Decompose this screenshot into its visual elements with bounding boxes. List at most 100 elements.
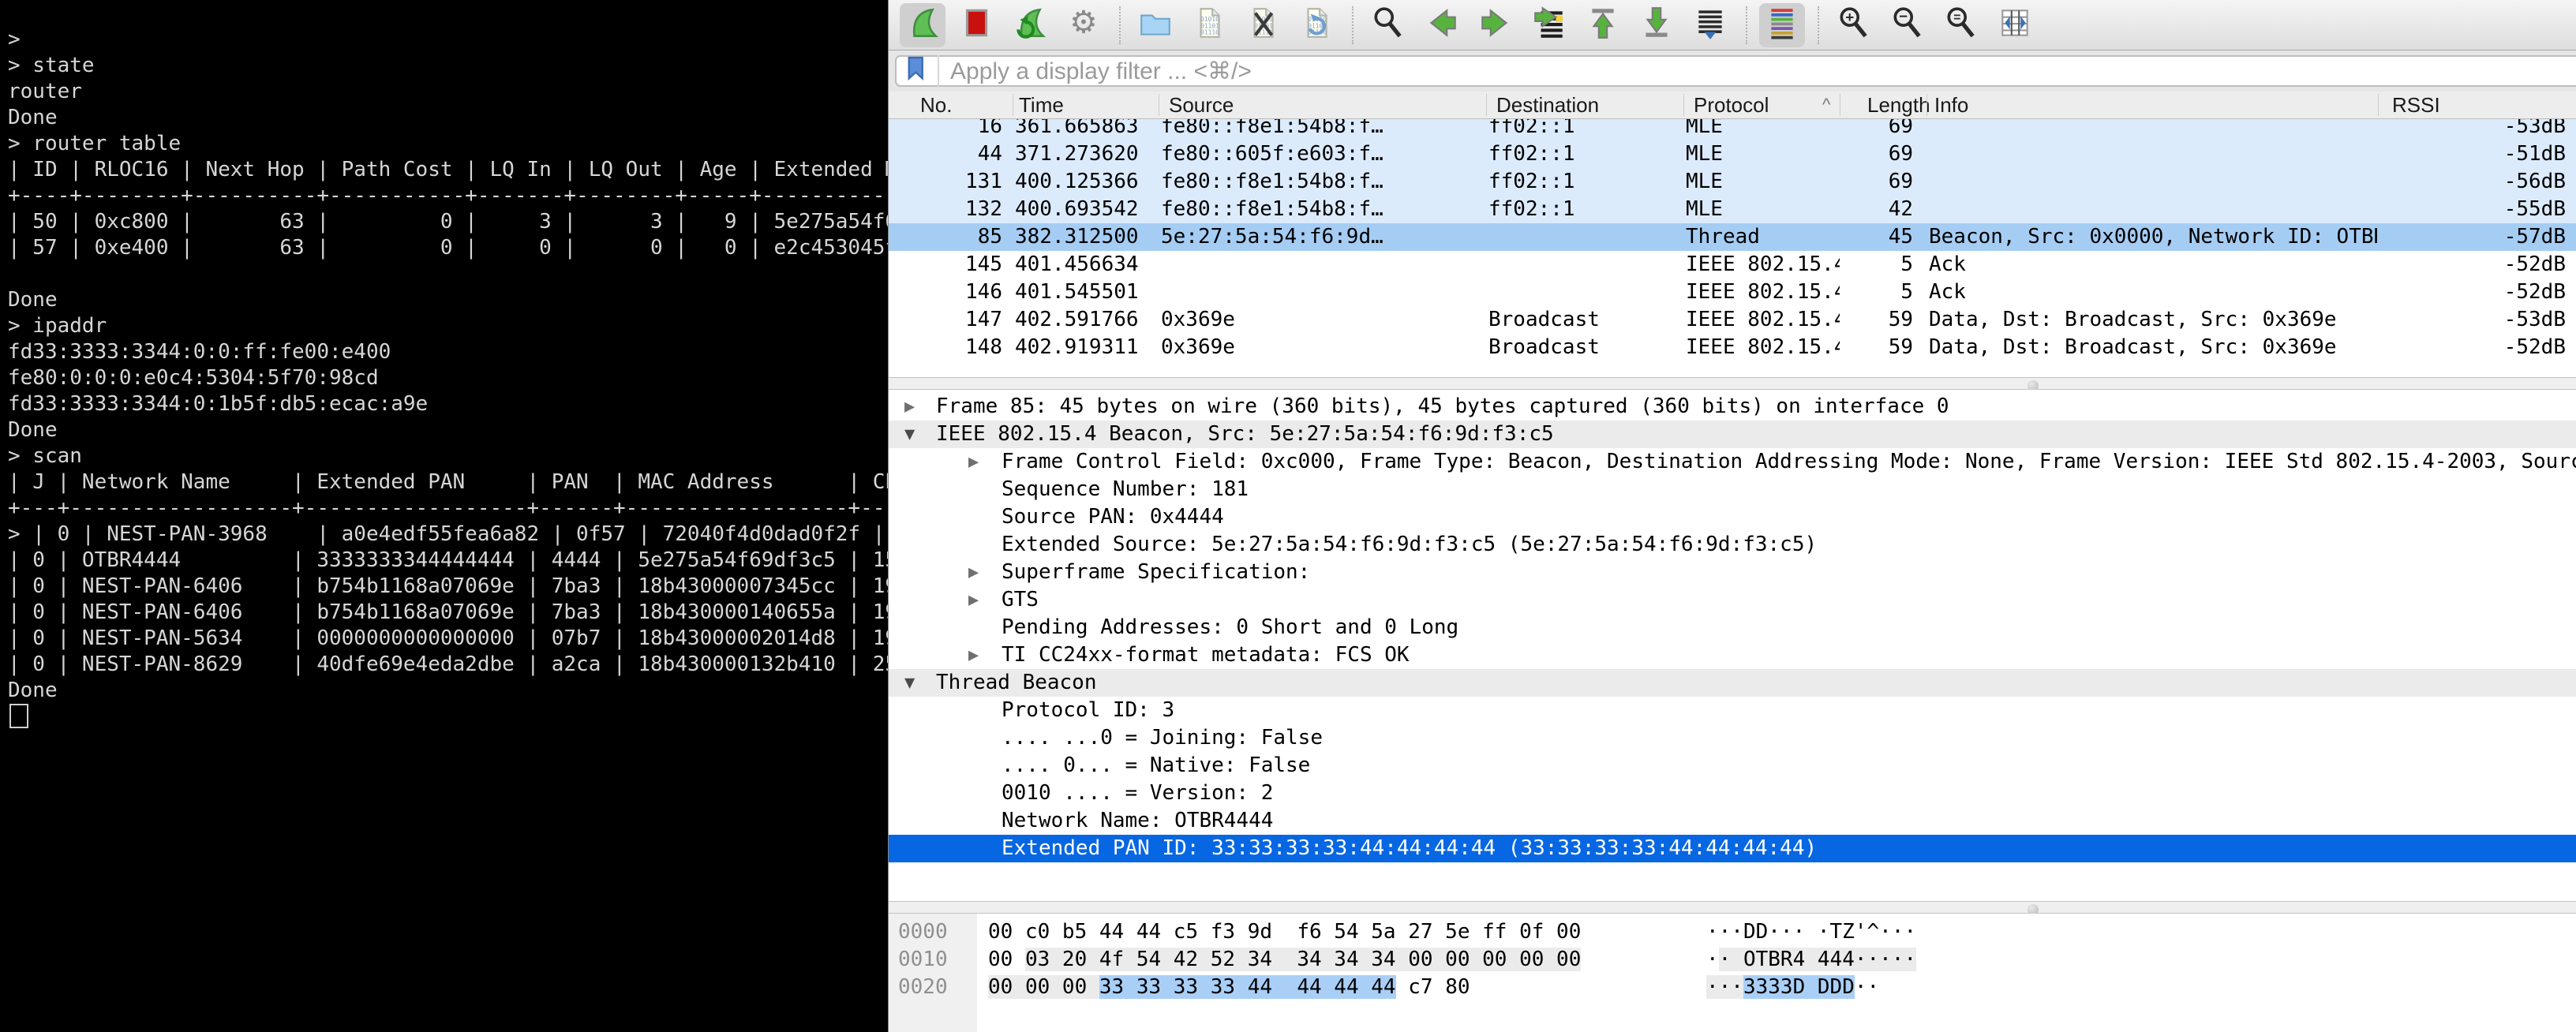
collapse-expander-icon[interactable]: ▼ [904,669,915,697]
detail-row[interactable]: ▶Frame 85: 45 bytes on wire (360 bits), … [889,393,2576,421]
packet-row[interactable]: 44371.273620fe80::605f:e603:f…ff02::1MLE… [889,140,2576,168]
colorize-button[interactable] [1759,3,1805,47]
expand-expander-icon[interactable]: ▶ [968,641,979,669]
find-packet-button[interactable] [1365,3,1411,47]
packet-cell-no: 145 [889,251,1007,279]
expand-expander-icon[interactable]: ▶ [968,559,979,586]
ascii-segment: ··· [1706,975,1743,999]
hex-row[interactable]: 000000 c0 b5 44 44 c5 f3 9d f6 54 5a 27 … [889,918,2576,946]
packet-row[interactable]: 147402.5917660x369eBroadcastIEEE 802.15.… [889,306,2576,334]
column-header-time[interactable]: Time [1019,92,1064,118]
packet-row[interactable]: 85382.3125005e:27:5a:54:f6:9d…Thread45Be… [889,223,2576,251]
detail-row[interactable]: Extended PAN ID: 33:33:33:33:44:44:44:44… [889,835,2576,862]
wireshark-window: ⚙010100110101110010100110101110010100110… [888,0,2576,1032]
detail-row[interactable]: Protocol ID: 3 [889,697,2576,724]
zoom-out-button[interactable]: − [1885,3,1930,47]
hex-ascii: ·· OTBR4 444····· [1706,946,1916,974]
go-to-packet-icon [1531,5,1567,45]
open-file-button[interactable] [1133,3,1178,47]
column-header-no[interactable]: No. [920,92,952,118]
detail-row[interactable]: ▼IEEE 802.15.4 Beacon, Src: 5e:27:5a:54:… [889,421,2576,448]
packet-list-details-splitter[interactable] [889,377,2576,390]
column-header-source[interactable]: Source [1169,92,1234,118]
header-separator [1486,94,1487,116]
detail-row[interactable]: Sequence Number: 181 [889,476,2576,503]
packet-cell-destination [1488,223,1680,251]
ascii-segment: · OTBR4 444····· [1719,948,1916,971]
start-capture-button[interactable] [900,3,945,47]
detail-row[interactable]: .... ...0 = Joining: False [889,724,2576,752]
terminal-line: Done [8,678,888,704]
column-header-length[interactable]: Length [1867,92,1930,118]
detail-text: .... 0... = Native: False [1002,752,1310,780]
packet-cell-length: 45 [1842,223,1918,251]
detail-row[interactable]: Source PAN: 0x4444 [889,503,2576,531]
go-last-button[interactable] [1634,3,1679,47]
packet-row[interactable]: 146401.545501IEEE 802.15.45Ack-52dB [889,279,2576,306]
display-filter-input[interactable]: Apply a display filter ... <⌘/> [895,55,2576,87]
colorize-icon [1764,5,1800,45]
go-first-button[interactable] [1580,3,1626,47]
detail-row[interactable]: 0010 .... = Version: 2 [889,780,2576,807]
packet-details-pane: ▶Frame 85: 45 bytes on wire (360 bits), … [889,390,2576,904]
zoom-out-icon: − [1889,5,1926,45]
hex-row[interactable]: 002000 00 00 33 33 33 33 44 44 44 44 c7 … [889,974,2576,1001]
packet-row[interactable]: 16361.665863fe80::f8e1:54b8:f…ff02::1MLE… [889,119,2576,140]
bytes-rows: 000000 c0 b5 44 44 c5 f3 9d f6 54 5a 27 … [889,914,2576,1001]
column-header-rssi[interactable]: RSSI [2392,92,2440,118]
bookmark-icon[interactable] [903,55,939,87]
save-file-button[interactable]: 010100110101110 [1186,3,1232,47]
packet-row[interactable]: 131400.125366fe80::f8e1:54b8:f…ff02::1ML… [889,168,2576,196]
close-file-button[interactable]: 010100110101110 [1240,3,1286,47]
stop-capture-button[interactable] [953,3,999,47]
detail-row[interactable]: Network Name: OTBR4444 [889,807,2576,835]
expand-expander-icon[interactable]: ▶ [968,448,979,476]
column-header-protocol[interactable]: Protocol [1694,92,1769,118]
packet-row[interactable]: 132400.693542fe80::f8e1:54b8:f…ff02::1ML… [889,196,2576,223]
hex-row[interactable]: 001000 03 20 4f 54 42 52 34 34 34 34 00 … [889,946,2576,974]
go-forward-icon [1477,5,1514,45]
packet-cell-time: 371.273620 [1015,140,1157,168]
packet-cell-length: 69 [1842,168,1918,196]
detail-row[interactable]: ▼Thread Beacon [889,669,2576,697]
capture-options-button[interactable]: ⚙ [1061,3,1106,47]
restart-capture-button[interactable] [1007,3,1053,47]
packet-cell-source [1161,279,1483,306]
packet-cell-rssi: -52dB [2380,279,2570,306]
terminal-line: +---+------------------+----------------… [8,495,888,522]
collapse-expander-icon[interactable]: ▼ [904,421,915,448]
zoom-reset-button[interactable]: = [1938,3,1984,47]
go-forward-button[interactable] [1473,3,1518,47]
column-header-info[interactable]: Info [1934,92,1968,118]
packet-cell-no: 132 [889,196,1007,223]
terminal-line [8,261,888,287]
terminal-line: > scan [8,443,888,469]
go-back-button[interactable] [1419,3,1465,47]
resize-columns-button[interactable] [1992,3,2038,47]
header-separator [2378,94,2379,116]
go-to-packet-button[interactable] [1526,3,1572,47]
detail-row[interactable]: Pending Addresses: 0 Short and 0 Long [889,614,2576,641]
detail-row[interactable]: ▶Superframe Specification: [889,559,2576,586]
column-header-destination[interactable]: Destination [1496,92,1599,118]
ascii-segment: ···DD··· ·TZ'^··· [1706,920,1916,944]
packet-row[interactable]: 148402.9193110x369eBroadcastIEEE 802.15.… [889,334,2576,361]
expand-expander-icon[interactable]: ▶ [968,586,979,614]
detail-row[interactable]: Extended Source: 5e:27:5a:54:f6:9d:f3:c5… [889,531,2576,559]
packet-cell-destination: Broadcast [1488,306,1680,334]
reload-file-button[interactable]: 010100110101110 [1294,3,1339,47]
details-bytes-splitter[interactable] [889,901,2576,914]
capture-options-icon: ⚙ [1065,5,1102,45]
expand-expander-icon[interactable]: ▶ [904,393,915,421]
resize-columns-icon [1997,5,2033,45]
packet-cell-protocol: MLE [1686,140,1840,168]
packet-row[interactable]: 145401.456634IEEE 802.15.45Ack-52dB [889,251,2576,279]
zoom-in-button[interactable]: + [1831,3,1877,47]
zoom-reset-icon: = [1943,5,1979,45]
auto-scroll-button[interactable] [1687,3,1733,47]
detail-row[interactable]: ▶TI CC24xx-format metadata: FCS OK [889,641,2576,669]
detail-row[interactable]: ▶Frame Control Field: 0xc000, Frame Type… [889,448,2576,476]
detail-row[interactable]: .... 0... = Native: False [889,752,2576,780]
detail-row[interactable]: ▶GTS [889,586,2576,614]
terminal-window[interactable]: >> staterouterDone> router table| ID | R… [0,0,888,1032]
